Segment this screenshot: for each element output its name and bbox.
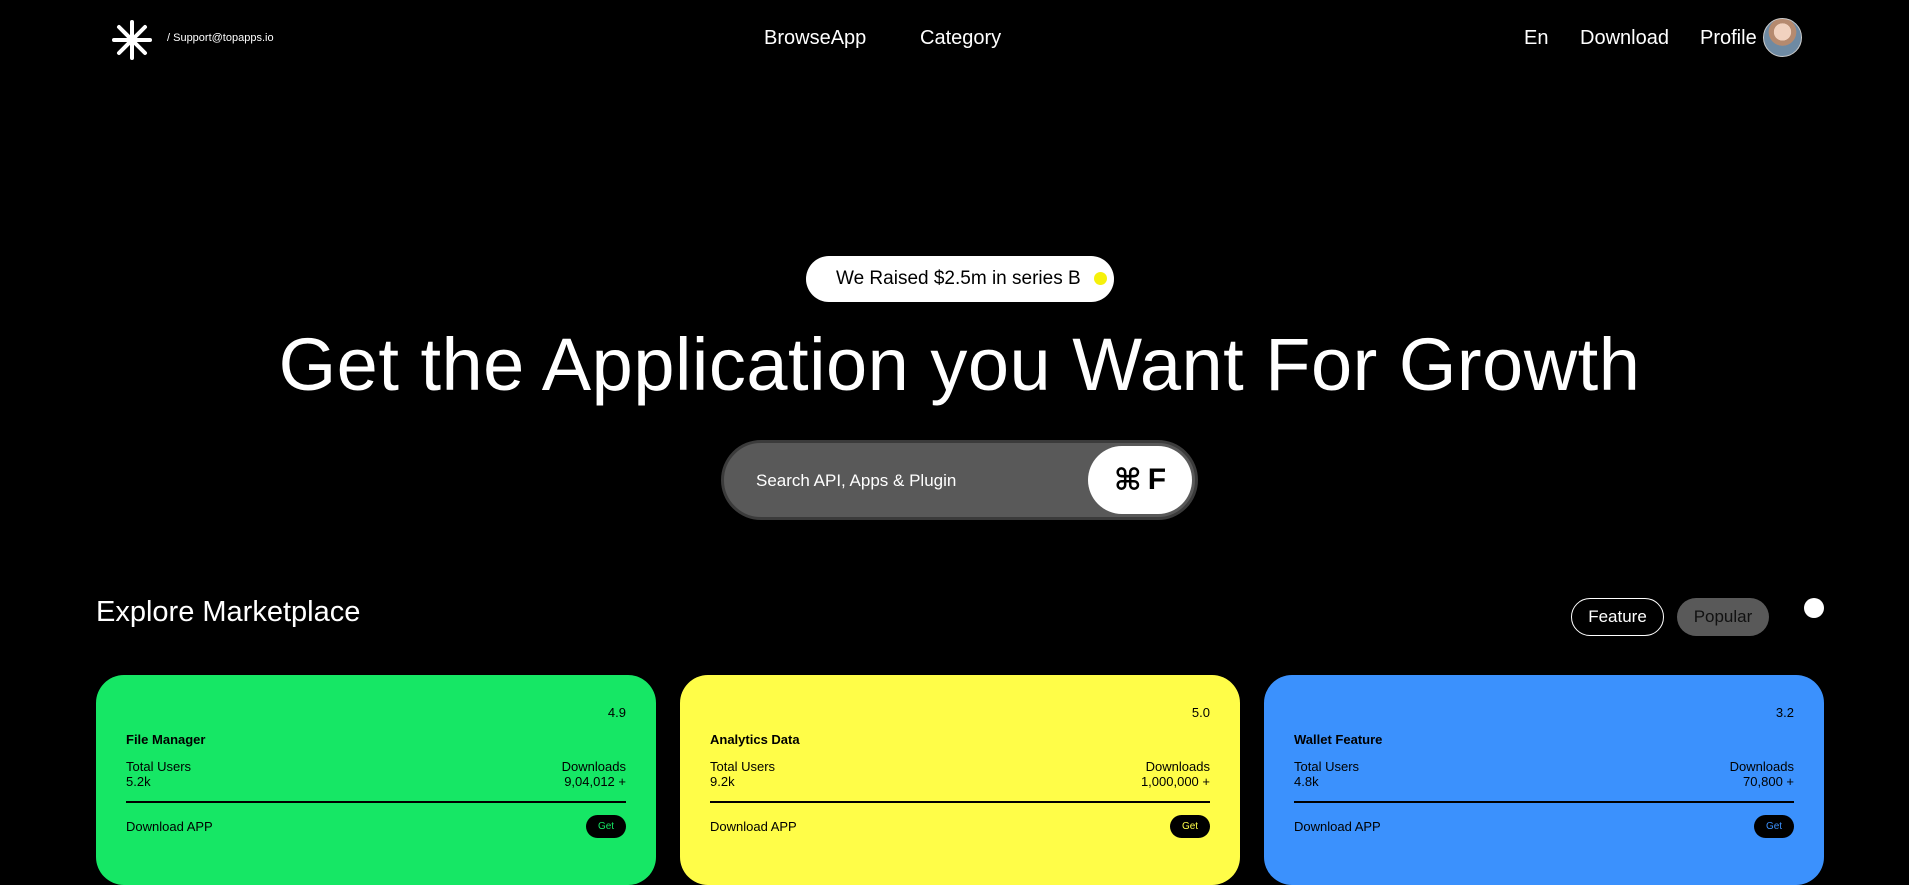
downloads-stat: Downloads 1,000,000 + xyxy=(1141,759,1210,789)
card-divider xyxy=(710,801,1210,803)
nav-browseapp[interactable]: BrowseApp xyxy=(764,27,866,50)
app-card-wallet-feature[interactable]: 3.2 Wallet Feature Total Users 4.8k Down… xyxy=(1264,675,1824,885)
downloads-stat: Downloads 70,800 + xyxy=(1730,759,1794,789)
support-email[interactable]: / Support@topapps.io xyxy=(167,32,274,44)
hero-title: Get the Application you Want For Growth xyxy=(278,323,1641,406)
downloads-value: 9,04,012 + xyxy=(564,774,626,789)
download-app-link[interactable]: Download APP xyxy=(1294,819,1381,834)
search-input[interactable] xyxy=(754,443,1078,519)
app-name: File Manager xyxy=(126,732,206,747)
users-label: Total Users xyxy=(710,759,776,774)
command-key-icon: ⌘ xyxy=(1113,463,1142,497)
funding-badge[interactable]: We Raised $2.5m in series B xyxy=(806,256,1114,302)
download-app-link[interactable]: Download APP xyxy=(126,819,213,834)
users-label: Total Users xyxy=(1294,759,1360,774)
slider-dot-icon[interactable] xyxy=(1804,598,1824,618)
status-dot-icon xyxy=(1094,272,1107,285)
users-value: 4.8k xyxy=(1294,774,1319,789)
app-card-analytics-data[interactable]: 5.0 Analytics Data Total Users 9.2k Down… xyxy=(680,675,1240,885)
app-name: Analytics Data xyxy=(710,732,800,747)
profile-avatar[interactable] xyxy=(1763,18,1802,57)
section-title: Explore Marketplace xyxy=(96,596,361,628)
app-rating: 4.9 xyxy=(607,705,626,720)
card-divider xyxy=(1294,801,1794,803)
users-stat: Total Users 9.2k xyxy=(710,759,775,789)
asterisk-logo-icon[interactable] xyxy=(112,20,152,60)
language-selector[interactable]: En xyxy=(1524,27,1548,50)
download-app-link[interactable]: Download APP xyxy=(710,819,797,834)
app-name: Wallet Feature xyxy=(1294,732,1383,747)
search-shortcut-button[interactable]: ⌘ F xyxy=(1088,446,1192,514)
users-value: 5.2k xyxy=(126,774,151,789)
filter-popular-button[interactable]: Popular xyxy=(1677,598,1769,636)
users-stat: Total Users 5.2k xyxy=(126,759,191,789)
downloads-value: 70,800 + xyxy=(1743,774,1794,789)
app-rating: 5.0 xyxy=(1191,705,1210,720)
get-button[interactable]: Get xyxy=(1754,815,1794,838)
nav-profile[interactable]: Profile xyxy=(1700,27,1757,50)
downloads-stat: Downloads 9,04,012 + xyxy=(562,759,626,789)
search-bar: ⌘ F xyxy=(721,440,1198,520)
filter-feature-button[interactable]: Feature xyxy=(1571,598,1664,636)
downloads-label: Downloads xyxy=(1145,759,1210,774)
get-button[interactable]: Get xyxy=(1170,815,1210,838)
downloads-value: 1,000,000 + xyxy=(1140,774,1210,789)
shortcut-key-label: F xyxy=(1147,463,1167,496)
users-value: 9.2k xyxy=(710,774,735,789)
nav-download[interactable]: Download xyxy=(1580,27,1669,50)
users-stat: Total Users 4.8k xyxy=(1294,759,1359,789)
nav-category[interactable]: Category xyxy=(920,27,1001,50)
users-label: Total Users xyxy=(126,759,192,774)
app-rating: 3.2 xyxy=(1775,705,1794,720)
downloads-label: Downloads xyxy=(1729,759,1794,774)
get-button[interactable]: Get xyxy=(586,815,626,838)
downloads-label: Downloads xyxy=(561,759,626,774)
funding-badge-text: We Raised $2.5m in series B xyxy=(836,268,1081,289)
app-card-file-manager[interactable]: 4.9 File Manager Total Users 5.2k Downlo… xyxy=(96,675,656,885)
top-navigation-bar: / Support@topapps.io BrowseApp Category … xyxy=(0,0,1909,78)
card-divider xyxy=(126,801,626,803)
